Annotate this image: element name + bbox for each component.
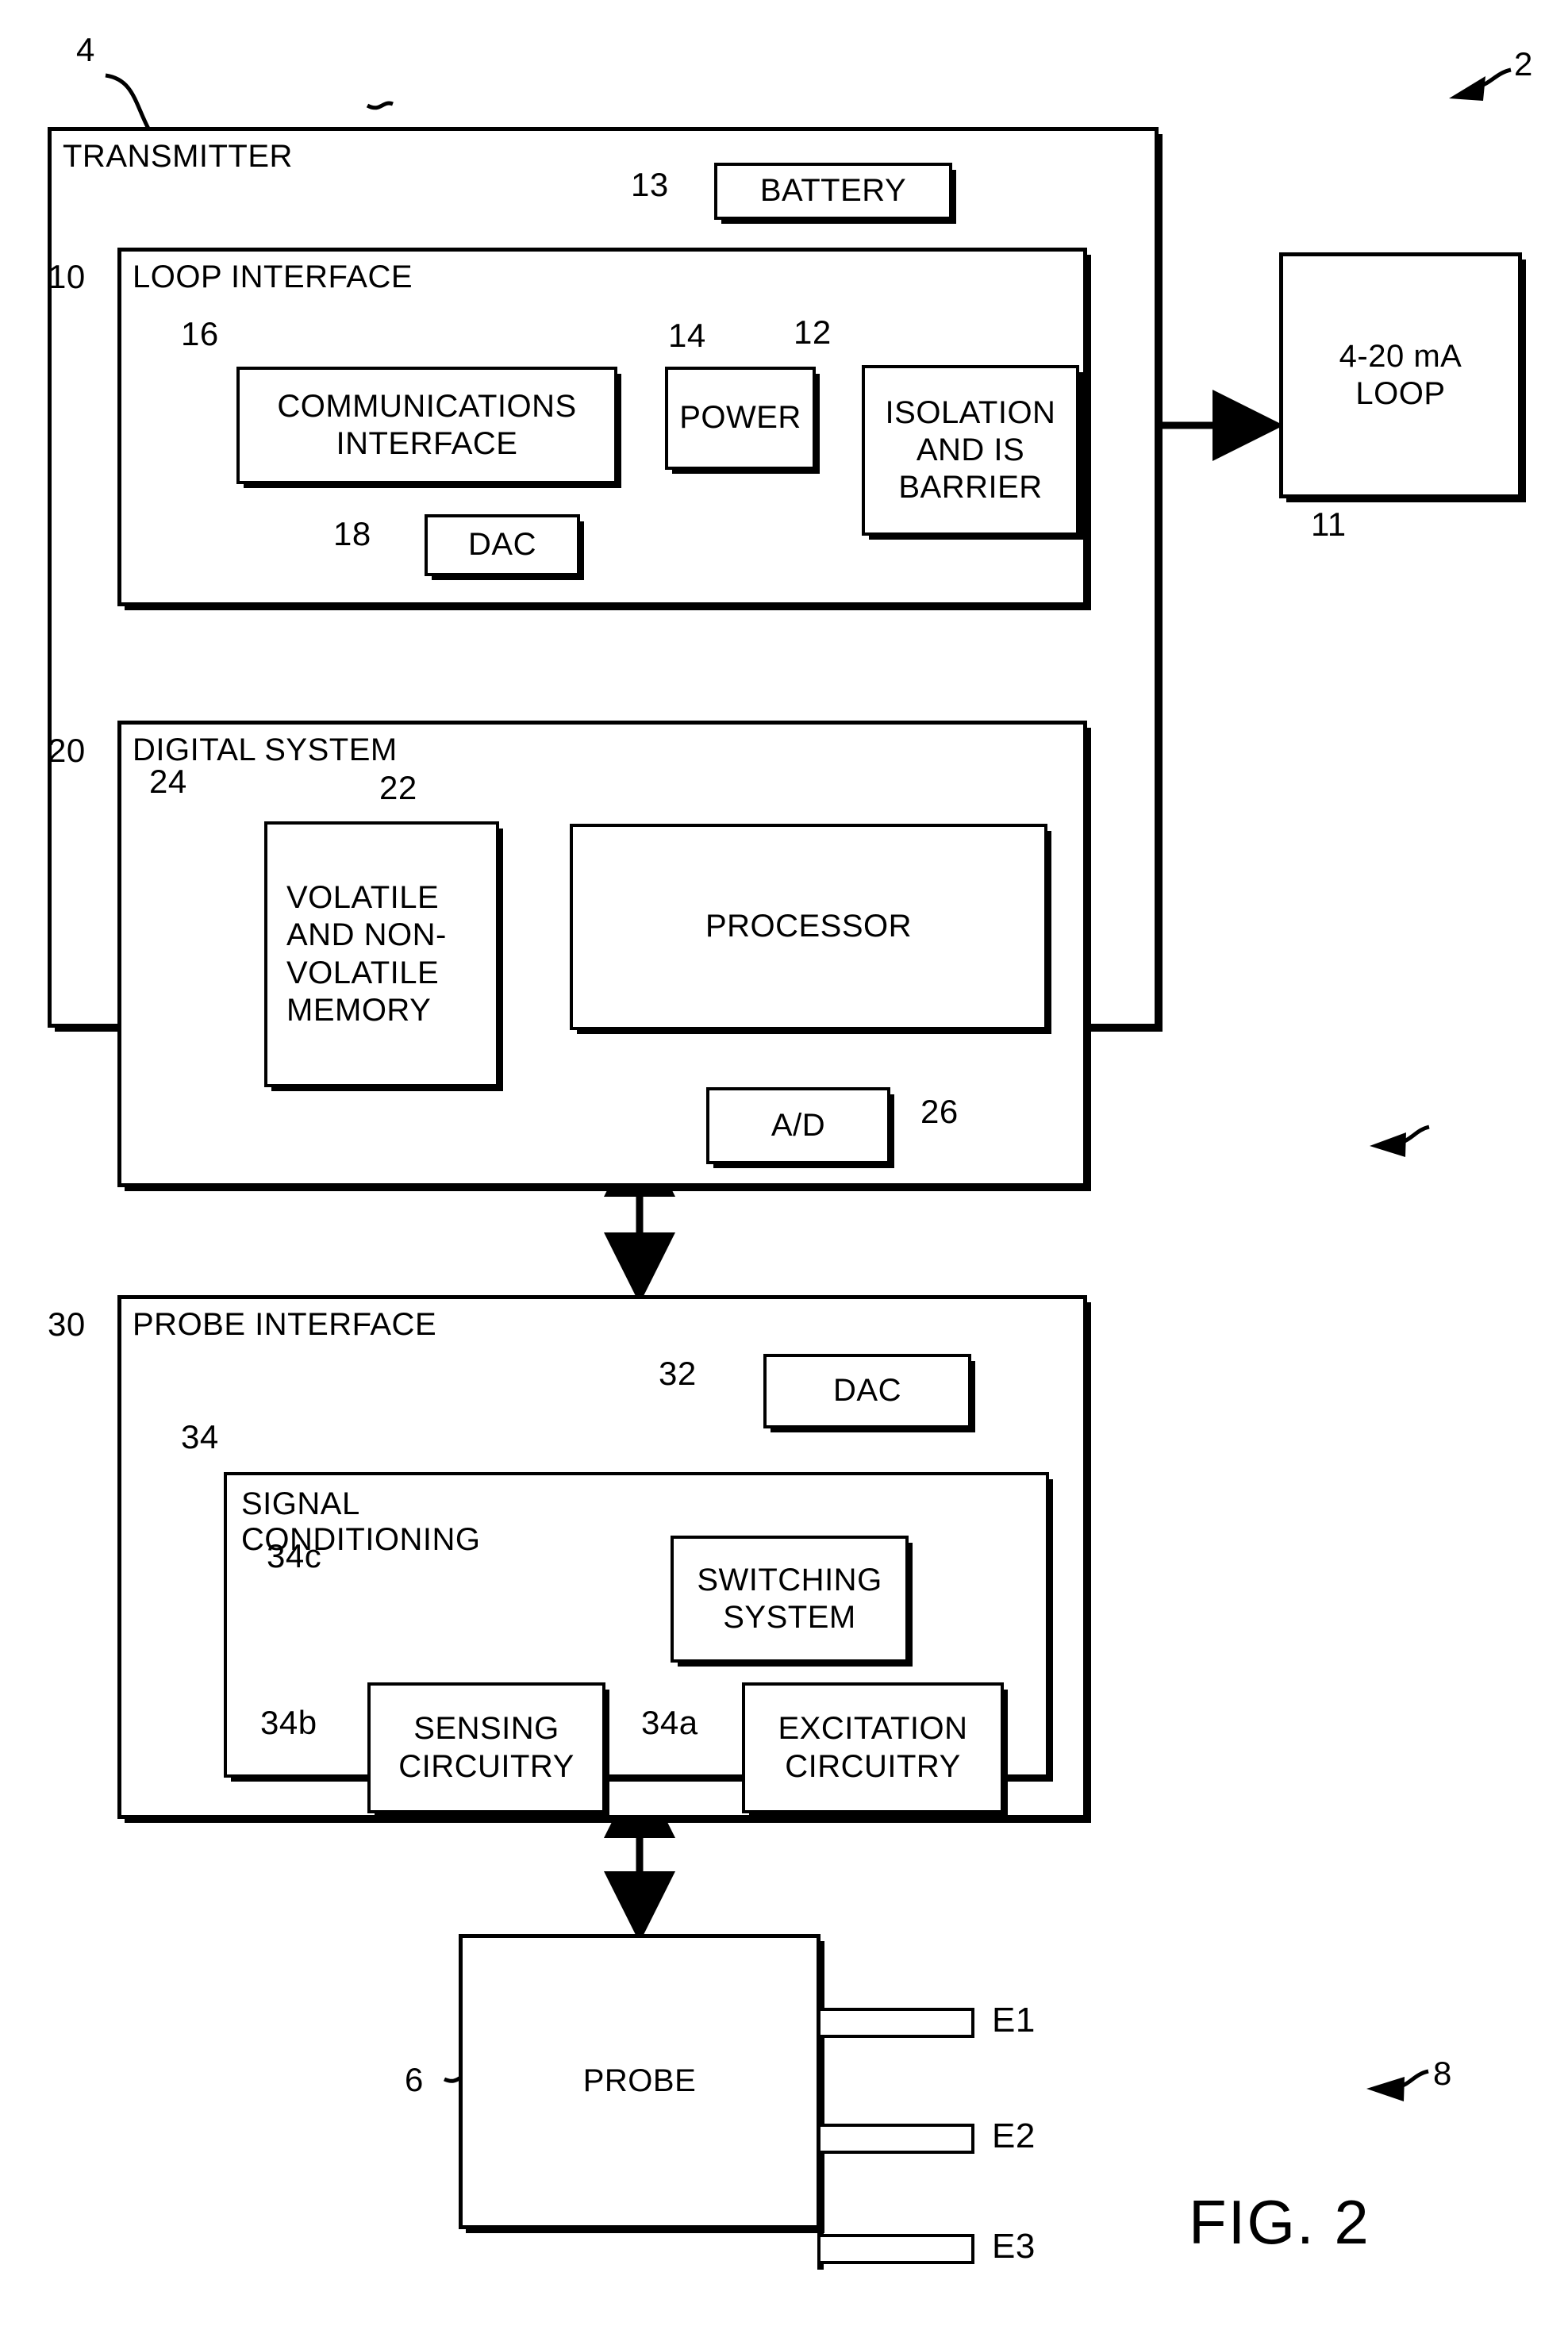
processor-block: PROCESSOR (570, 824, 1047, 1030)
electrode-lead-e3 (817, 2234, 974, 2264)
probe-dac-block: DAC (763, 1354, 971, 1428)
ref-numeral-20: 20 (48, 732, 86, 769)
ref-numeral-18: 18 (333, 515, 371, 552)
sensing-circuitry-label: SENSING CIRCUITRY (398, 1711, 575, 1784)
ref-numeral-24: 24 (149, 763, 187, 800)
ref-numeral-32: 32 (659, 1355, 697, 1392)
transmitter-label: TRANSMITTER (63, 139, 293, 174)
electrode-label-e2: E2 (992, 2116, 1036, 2155)
battery-label: BATTERY (759, 173, 907, 209)
ad-converter-block: A/D (706, 1087, 890, 1164)
arrowhead-8 (1366, 2077, 1405, 2101)
ref-numeral-34a: 34a (641, 1704, 698, 1741)
probe-label: PROBE (582, 2063, 697, 2099)
ref-numeral-16: 16 (181, 315, 219, 352)
ref-numeral-11: 11 (1311, 506, 1347, 543)
communications-interface-block: COMMUNICATIONS INTERFACE (236, 367, 617, 484)
loop-interface-label: LOOP INTERFACE (133, 260, 413, 294)
patent-figure-2: TRANSMITTER 4 2 BATTERY 13 LOOP INTERFAC… (0, 0, 1568, 2326)
electrode-lead-e1 (817, 2008, 974, 2038)
ref-numeral-13: 13 (631, 166, 669, 203)
figure-caption: FIG. 2 (1189, 2187, 1370, 2257)
ref-numeral-34c: 34c (267, 1537, 322, 1574)
ref-numeral-14: 14 (668, 317, 706, 354)
current-loop-label: 4-20 mA LOOP (1339, 338, 1462, 411)
electrode-label-e1: E1 (992, 2001, 1036, 2040)
battery-block: BATTERY (714, 163, 952, 220)
loop-dac-block: DAC (425, 514, 580, 576)
probe-interface-label: PROBE INTERFACE (133, 1307, 437, 1342)
switching-system-block: SWITCHING SYSTEM (671, 1536, 909, 1663)
ref-numeral-34: 34 (181, 1418, 219, 1455)
communications-interface-label: COMMUNICATIONS INTERFACE (277, 388, 577, 461)
excitation-circuitry-label: EXCITATION CIRCUITRY (778, 1711, 968, 1784)
isolation-barrier-label: ISOLATION AND IS BARRIER (885, 394, 1056, 506)
electrode-lead-e2 (817, 2124, 974, 2154)
power-label: POWER (679, 400, 801, 436)
processor-label: PROCESSOR (705, 909, 913, 944)
excitation-circuitry-block: EXCITATION CIRCUITRY (742, 1682, 1004, 1813)
probe-block: PROBE (459, 1934, 821, 2229)
ref-numeral-22: 22 (379, 769, 417, 806)
switching-system-label: SWITCHING SYSTEM (697, 1562, 882, 1635)
ref-numeral-26: 26 (920, 1093, 959, 1130)
current-loop-block: 4-20 mA LOOP (1279, 252, 1522, 498)
sensing-circuitry-block: SENSING CIRCUITRY (367, 1682, 605, 1813)
ref-numeral-6-visible: 6 (405, 2061, 424, 2098)
loop-dac-label: DAC (468, 527, 536, 563)
ref-numeral-4: 4 (76, 31, 95, 68)
ref-numeral-8-visible: 8 (1433, 2055, 1452, 2092)
ref-numeral-2: 2 (1514, 45, 1533, 83)
probe-dac-label: DAC (833, 1373, 901, 1409)
ref-numeral-30: 30 (48, 1305, 86, 1343)
ad-converter-label: A/D (771, 1107, 826, 1143)
ref-numeral-12: 12 (794, 313, 832, 351)
power-block: POWER (665, 367, 816, 470)
memory-block: VOLATILE AND NON- VOLATILE MEMORY (264, 821, 499, 1087)
memory-label: VOLATILE AND NON- VOLATILE MEMORY (286, 880, 447, 1028)
ref-numeral-10: 10 (48, 258, 86, 295)
ref-numeral-34b: 34b (260, 1704, 317, 1741)
electrode-label-e3: E3 (992, 2227, 1036, 2266)
isolation-barrier-block: ISOLATION AND IS BARRIER (862, 365, 1079, 536)
leader-line-8 (1396, 2069, 1429, 2090)
